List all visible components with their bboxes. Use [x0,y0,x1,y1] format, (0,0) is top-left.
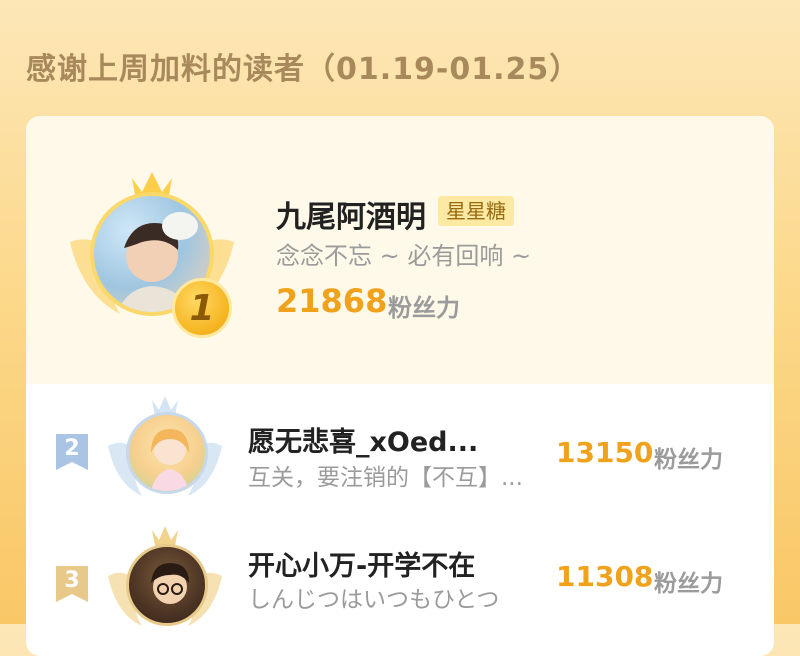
fan-power-value: 21868 [276,282,388,320]
rank-flag: 2 [54,432,90,472]
avatar[interactable] [126,412,208,494]
fan-power-label: 粉丝力 [388,294,460,322]
reader-tag-badge: 星星糖 [438,196,514,226]
fan-power-label: 粉丝力 [654,447,723,473]
avatar[interactable] [126,544,208,626]
list-item[interactable]: 3 开心小万-开学不在 しんじつはいつもひとつ 11308 粉丝力 [26,516,774,646]
rank-flag: 3 [54,564,90,604]
fan-power-value: 13150 [556,436,654,469]
rank-number: 2 [64,436,80,461]
page-title: 感谢上周加料的读者（01.19-01.25） [26,52,581,87]
reader-motto: 互关，要注销的【不互】... [248,465,523,491]
reader-name[interactable]: 愿无悲喜_xOed... [248,420,478,459]
reader-motto: 念念不忘 ~ 必有回响 ~ [276,242,532,270]
reader-name[interactable]: 九尾阿酒明 [276,192,426,236]
list-item[interactable]: 2 愿无悲喜_xOed... 互关，要注销的【不互】... 13150 粉丝力 [26,386,774,516]
fan-power-label: 粉丝力 [654,571,723,597]
rank-number: 3 [64,568,80,593]
top-reader-block[interactable]: 1 九尾阿酒明 星星糖 念念不忘 ~ 必有回响 ~ 21868 粉丝力 [26,116,774,384]
leaderboard-card: 1 九尾阿酒明 星星糖 念念不忘 ~ 必有回响 ~ 21868 粉丝力 2 愿无… [26,116,774,656]
reader-name[interactable]: 开心小万-开学不在 [248,544,475,583]
fan-power-value: 11308 [556,560,654,593]
reader-motto: しんじつはいつもひとつ [248,587,500,613]
rank-badge: 1 [172,278,232,338]
